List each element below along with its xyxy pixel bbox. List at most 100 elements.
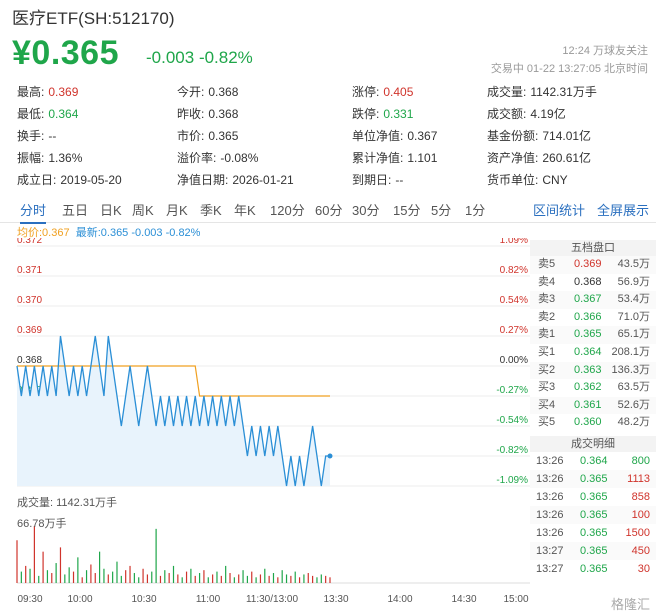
ob-volume: 48.2万 [617,416,650,429]
x-tick-label: 15:00 [503,594,528,605]
ob-price: 0.368 [574,275,602,288]
stat-label: 溢价率: [177,151,217,165]
ob-label: 卖2 [538,310,556,323]
ob-volume: 208.1万 [611,345,650,358]
order-book-row: 买2 0.363 136.3万 [530,361,656,380]
ob-price: 0.369 [574,258,602,270]
stat-value: 2026-01-21 [232,173,294,187]
stat-item: 市价: 0.365 [177,127,238,144]
tab-period[interactable]: 1分 [465,200,485,219]
stat-label: 跌停: [352,107,380,121]
x-tick-label: 10:00 [67,594,92,605]
trade-volume: 800 [631,454,650,467]
tab-period[interactable]: 周K [132,200,154,219]
stat-item: 涨停: 0.405 [352,83,413,100]
tab-period[interactable]: 五日 [62,200,88,219]
intraday-chart[interactable]: 0.372 1.09% 0.371 0.82% 0.370 0.54% 0.369 0.27%… [0,238,530,615]
trades-title: 成交明细 [530,435,656,452]
pct-tick-label: 0.27% [500,325,528,336]
stat-value: 0.364 [48,107,79,121]
trade-price: 0.365 [580,508,608,521]
x-tick-label: 11:00 [196,594,221,605]
x-tick-label: 14:30 [451,594,476,605]
trade-time: 13:26 [536,490,564,503]
order-book-row: 卖5 0.369 43.5万 [530,256,656,274]
stat-item: 成立日: 2019-05-20 [17,171,122,188]
stat-item: 成交量: 1142.31万手 [487,83,597,100]
ob-volume: 71.0万 [617,310,650,323]
y-tick-label: 0.371 [17,265,42,276]
ob-label: 买1 [538,345,556,358]
order-book-row: 买1 0.364 208.1万 [530,344,656,362]
trade-price: 0.364 [580,454,608,467]
trade-row: 13:26 0.364 800 [530,452,656,470]
tab-period[interactable]: 15分 [393,200,420,219]
current-price: ¥0.365 [12,34,119,72]
stat-value: 0.368 [208,107,239,121]
stat-value: -- [395,173,404,187]
tab-period[interactable]: 分时 [20,200,47,224]
stat-label: 最低: [17,107,45,121]
tab-period[interactable]: 30分 [352,200,379,219]
stat-value: CNY [542,173,568,187]
watermark-logo: 格隆汇 [610,597,650,612]
ob-label: 买2 [538,363,556,376]
ob-volume: 53.4万 [617,293,650,306]
follow-info: 12:24 万球友关注 [562,45,648,57]
trade-row: 13:26 0.365 858 [530,488,656,506]
x-tick-label: 10:30 [131,594,156,605]
stat-value: 2019-05-20 [60,173,122,187]
ob-label: 卖4 [538,275,556,288]
stat-label: 成交量: [487,85,527,99]
stat-label: 基金份额: [487,129,539,143]
stat-item: 货币单位: CNY [487,171,568,188]
pct-tick-label: -0.54% [496,415,528,426]
stat-label: 今开: [177,85,205,99]
trade-volume: 1113 [627,472,650,485]
stat-value: 0.369 [48,85,79,99]
page-title: 医疗ETF(SH:512170) [12,9,175,28]
stat-item: 成交额: 4.19亿 [487,105,566,122]
stat-label: 振幅: [17,151,45,165]
stat-item: 资产净值: 260.61亿 [487,149,591,166]
ob-volume: 65.1万 [617,328,650,341]
tab-period[interactable]: 季K [200,200,222,219]
stat-item: 单位净值: 0.367 [352,127,437,144]
stat-label: 成立日: [17,173,57,187]
order-book-row: 卖1 0.365 65.1万 [530,326,656,344]
stat-value: 260.61亿 [542,151,592,165]
order-book-rows: 卖5 0.369 43.5万 卖4 0.368 56.9万 卖3 0.367 53.4万 卖2 0.… [530,256,656,432]
trade-volume: 858 [631,490,650,503]
stat-item: 净值日期: 2026-01-21 [177,171,294,188]
tab-period[interactable]: 60分 [315,200,342,219]
stat-value: 0.365 [208,129,239,143]
price-change: -0.003 -0.82% [146,48,253,67]
tab-period[interactable]: 日K [100,200,122,219]
stat-item: 溢价率: -0.08% [177,149,258,166]
stat-item: 最低: 0.364 [17,105,78,122]
ob-price: 0.363 [574,363,602,376]
stat-value: 0.368 [208,85,239,99]
trades-rows: 13:26 0.364 800 13:26 0.365 1113 13:26 0.365 858… [530,452,656,578]
current-price-dot [327,453,333,459]
stat-label: 单位净值: [352,129,404,143]
stat-item: 跌停: 0.331 [352,105,413,122]
stat-label: 资产净值: [487,151,539,165]
tab-period[interactable]: 月K [166,200,188,219]
trade-row: 13:26 0.365 1113 [530,469,656,488]
order-book-row: 买5 0.360 48.2万 [530,414,656,432]
tab-period[interactable]: 年K [234,200,256,219]
trade-row: 13:26 0.365 100 [530,505,656,524]
trade-row: 13:27 0.365 450 [530,541,656,560]
y-tick-label: 0.372 [17,238,42,246]
ob-price: 0.367 [574,293,602,306]
range-stats-link[interactable]: 区间统计 [533,200,585,219]
tab-period[interactable]: 120分 [270,200,305,219]
ob-label: 卖3 [538,293,556,306]
pct-tick-label: -0.82% [496,445,528,456]
stat-item: 累计净值: 1.101 [352,149,437,166]
period-tabs: 分时 五日 日K 周K 月K 季K 年K 120分 60分 30分 15分 5分 1分 区间统计 全屏展示 [0,198,656,224]
ob-price: 0.360 [574,416,602,429]
fullscreen-link[interactable]: 全屏展示 [597,200,649,219]
tab-period[interactable]: 5分 [431,200,451,219]
